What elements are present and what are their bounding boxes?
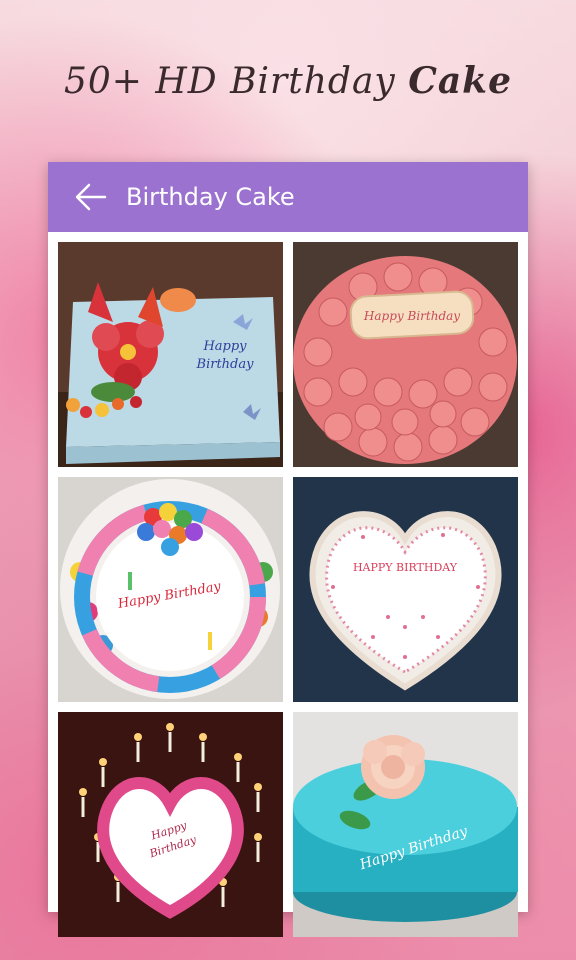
cake-1-caption-line2: Birthday <box>196 357 255 372</box>
cake-1-caption-line1: Happy <box>202 339 247 354</box>
cake-image-6: Happy Birthday <box>293 712 518 937</box>
app-bar-title: Birthday Cake <box>126 183 295 211</box>
cake-image-1: Happy Birthday <box>58 242 283 467</box>
cake-2-caption: Happy Birthday <box>363 309 460 323</box>
cake-image-5: Happy Birthday <box>58 712 283 937</box>
cake-tile-2[interactable]: Happy Birthday <box>293 242 518 467</box>
cake-tile-1[interactable]: Happy Birthday <box>58 242 283 467</box>
back-button[interactable] <box>58 162 124 232</box>
arrow-left-icon <box>75 183 107 211</box>
promo-headline: 50+ HD Birthday Cake <box>0 60 576 102</box>
cake-image-2: Happy Birthday <box>293 242 518 467</box>
cake-tile-6[interactable]: Happy Birthday <box>293 712 518 937</box>
cake-4-caption: HAPPY BIRTHDAY <box>353 561 458 574</box>
app-screen-panel: Birthday Cake Happy Birthday Happy Birth… <box>48 162 528 937</box>
cake-tile-4[interactable]: HAPPY BIRTHDAY <box>293 477 518 702</box>
cake-image-4: HAPPY BIRTHDAY <box>293 477 518 702</box>
cake-tile-5[interactable]: Happy Birthday <box>58 712 283 937</box>
app-bar: Birthday Cake <box>48 162 528 232</box>
headline-emphasis: Cake <box>408 60 513 102</box>
headline-prefix: 50+ HD Birthday <box>63 61 396 102</box>
cake-tile-3[interactable]: Happy Birthday <box>58 477 283 702</box>
cake-image-3: Happy Birthday <box>58 477 283 702</box>
